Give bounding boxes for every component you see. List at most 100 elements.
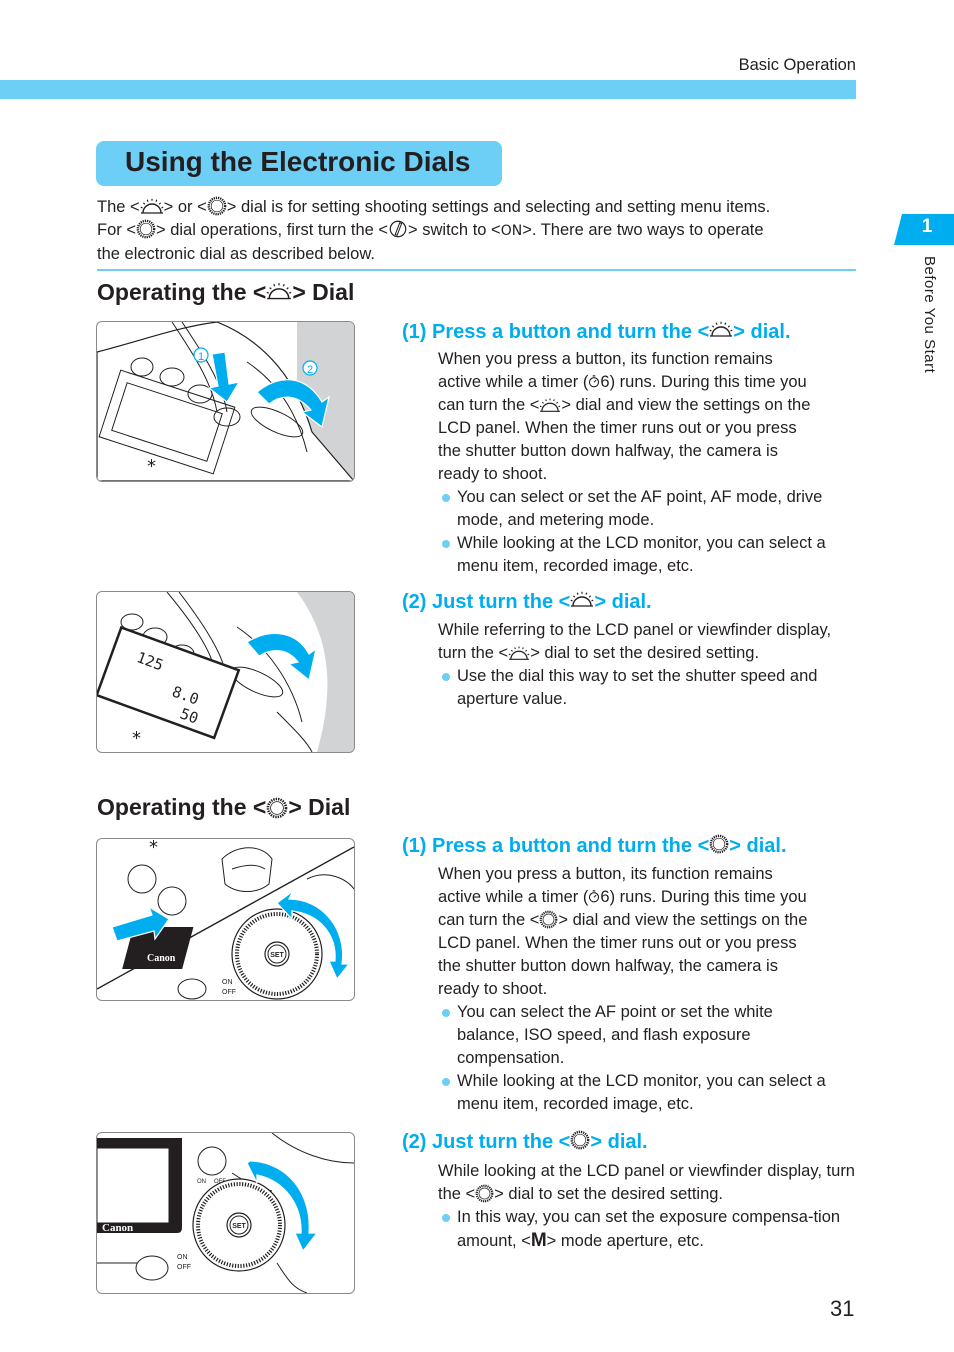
intro-line: the electronic dial as described below. bbox=[97, 245, 375, 263]
quick-control-dial-graphic: SET bbox=[231, 908, 323, 1000]
set-button-label: SET bbox=[270, 952, 284, 959]
text: LCD panel. When the timer runs out or yo… bbox=[438, 934, 797, 952]
text: 6) runs. During this time you bbox=[600, 888, 807, 906]
bullet-list: You can select the AF point or set the w… bbox=[438, 1001, 838, 1116]
text: the shutter button down halfway, the cam… bbox=[438, 442, 778, 460]
text: > dial and view the settings on the bbox=[561, 396, 811, 414]
text: > dial operations, first turn the < bbox=[155, 221, 389, 239]
step2-heading-main-dial: (2) Just turn the < > dial. bbox=[402, 589, 652, 614]
running-header: Basic Operation bbox=[738, 56, 856, 74]
text: > dial to set the desired setting. bbox=[530, 644, 760, 662]
illustration-press-button-main-dial: * 1 2 bbox=[96, 321, 355, 482]
text: > switch to < bbox=[408, 221, 501, 239]
timer-icon bbox=[588, 373, 600, 389]
timer-icon bbox=[588, 888, 600, 904]
text: > or < bbox=[163, 198, 207, 216]
text: Operating the < bbox=[97, 279, 267, 305]
chapter-number: 1 bbox=[921, 216, 933, 237]
brand-logo: Canon bbox=[147, 953, 176, 964]
text: When you press a button, its function re… bbox=[438, 865, 773, 883]
step2-heading-quick-control-dial: (2) Just turn the < > dial. bbox=[402, 1130, 648, 1154]
main-dial-icon bbox=[570, 589, 594, 609]
bullet-list: Use the dial this way to set the shutter… bbox=[438, 665, 858, 711]
illustration-turn-quick-control-dial: Canon ON OFF SET ON OFF bbox=[96, 1132, 355, 1294]
text: > Dial bbox=[292, 279, 355, 305]
brand-logo: Canon bbox=[102, 1222, 133, 1234]
step2-body-main-dial: While referring to the LCD panel or view… bbox=[438, 619, 858, 711]
text-line: can turn the < > dial and view the settin… bbox=[438, 394, 860, 417]
text: > dial to set the desired setting. bbox=[494, 1185, 724, 1203]
quick-control-dial-icon bbox=[475, 1184, 494, 1203]
quick-control-dial-icon bbox=[136, 219, 156, 239]
intro-line: The < > or < > dial is for setting shootin… bbox=[97, 196, 857, 219]
text: the shutter button down halfway, the cam… bbox=[438, 957, 778, 975]
bullet-item: While looking at the LCD monitor, you ca… bbox=[438, 1070, 838, 1116]
text: > dial is for setting shooting settings … bbox=[226, 198, 771, 216]
text: LCD panel. When the timer runs out or yo… bbox=[438, 419, 797, 437]
step1-heading-main-dial: (1) Press a button and turn the < > dial. bbox=[402, 319, 791, 344]
text: > dial. bbox=[590, 1131, 648, 1153]
text: > mode aperture, etc. bbox=[546, 1232, 704, 1250]
bullet-list: In this way, you can set the exposure co… bbox=[438, 1206, 858, 1253]
quick-control-dial-icon bbox=[266, 797, 288, 819]
bullet-item: Use the dial this way to set the shutter… bbox=[438, 665, 858, 711]
text: (2) Just turn the < bbox=[402, 591, 571, 613]
text: active while a timer ( bbox=[438, 373, 589, 391]
section-heading-quick-control-dial: Operating the < > Dial bbox=[97, 794, 350, 821]
power-on-label: ON bbox=[177, 1254, 188, 1261]
svg-text:*: * bbox=[147, 456, 156, 477]
bullet-item: You can select the AF point or set the w… bbox=[438, 1001, 838, 1070]
step2-body-quick-control-dial: While looking at the LCD panel or viewfi… bbox=[438, 1160, 858, 1253]
quick-control-dial-icon bbox=[207, 196, 227, 216]
quick-control-dial-icon bbox=[539, 910, 558, 929]
text: (1) Press a button and turn the < bbox=[402, 835, 710, 857]
bullet-item: You can select or set the AF point, AF m… bbox=[438, 486, 860, 532]
page-title: Using the Electronic Dials bbox=[125, 146, 471, 177]
main-dial-icon bbox=[140, 196, 164, 216]
text: While referring to the LCD panel or view… bbox=[438, 619, 858, 665]
step1-heading-quick-control-dial: (1) Press a button and turn the < > dial. bbox=[402, 834, 787, 858]
switch-on-label: ON bbox=[197, 1179, 206, 1185]
text: While looking at the LCD panel or viewfi… bbox=[438, 1160, 858, 1206]
header-color-bar bbox=[0, 80, 856, 99]
on-symbol: ON bbox=[500, 223, 523, 239]
svg-text:*: * bbox=[132, 728, 141, 749]
illustration-press-button-quick-control-dial: * Canon SET ON OFF bbox=[96, 838, 355, 1001]
text: >. There are two ways to operate bbox=[522, 221, 764, 239]
main-dial-icon bbox=[508, 644, 530, 662]
power-switch-icon bbox=[388, 219, 408, 239]
text: > dial and view the settings on the bbox=[558, 911, 808, 929]
text: The < bbox=[97, 198, 140, 216]
manual-mode-icon: M bbox=[530, 1230, 547, 1251]
quick-control-dial-icon bbox=[709, 834, 729, 854]
step-label-1: 1 bbox=[198, 351, 204, 363]
text: > dial. bbox=[733, 321, 791, 343]
text: can turn the < bbox=[438, 911, 540, 929]
text: > Dial bbox=[288, 794, 351, 820]
svg-text:*: * bbox=[149, 839, 158, 858]
bullet-item: While looking at the LCD monitor, you ca… bbox=[438, 532, 860, 578]
main-dial-icon bbox=[709, 319, 733, 339]
text: ready to shoot. bbox=[438, 465, 548, 483]
text: For < bbox=[97, 221, 136, 239]
text: can turn the < bbox=[438, 396, 540, 414]
step1-body-main-dial: When you press a button, its function re… bbox=[438, 348, 860, 578]
text: > dial. bbox=[594, 591, 652, 613]
text-line: can turn the < > dial and view the settin… bbox=[438, 909, 860, 932]
switch-off-label: OFF bbox=[222, 989, 236, 996]
switch-on-label: ON bbox=[222, 979, 233, 986]
text: 6) runs. During this time you bbox=[600, 373, 807, 391]
page-number: 31 bbox=[830, 1296, 855, 1321]
text: (1) Press a button and turn the < bbox=[402, 321, 710, 343]
main-dial-icon bbox=[539, 396, 561, 414]
text: ready to shoot. bbox=[438, 980, 548, 998]
illustration-turn-main-dial: 125 8.0 50 * bbox=[96, 591, 355, 753]
quick-control-dial-icon bbox=[570, 1130, 590, 1150]
power-off-label: OFF bbox=[177, 1264, 191, 1271]
text-line: active while a timer ( 6) runs. During th… bbox=[438, 371, 860, 394]
main-dial-icon bbox=[266, 280, 292, 302]
bullet-list: You can select or set the AF point, AF m… bbox=[438, 486, 860, 578]
bullet-item: In this way, you can set the exposure co… bbox=[438, 1206, 858, 1253]
text: > dial. bbox=[729, 835, 787, 857]
text: active while a timer ( bbox=[438, 888, 589, 906]
